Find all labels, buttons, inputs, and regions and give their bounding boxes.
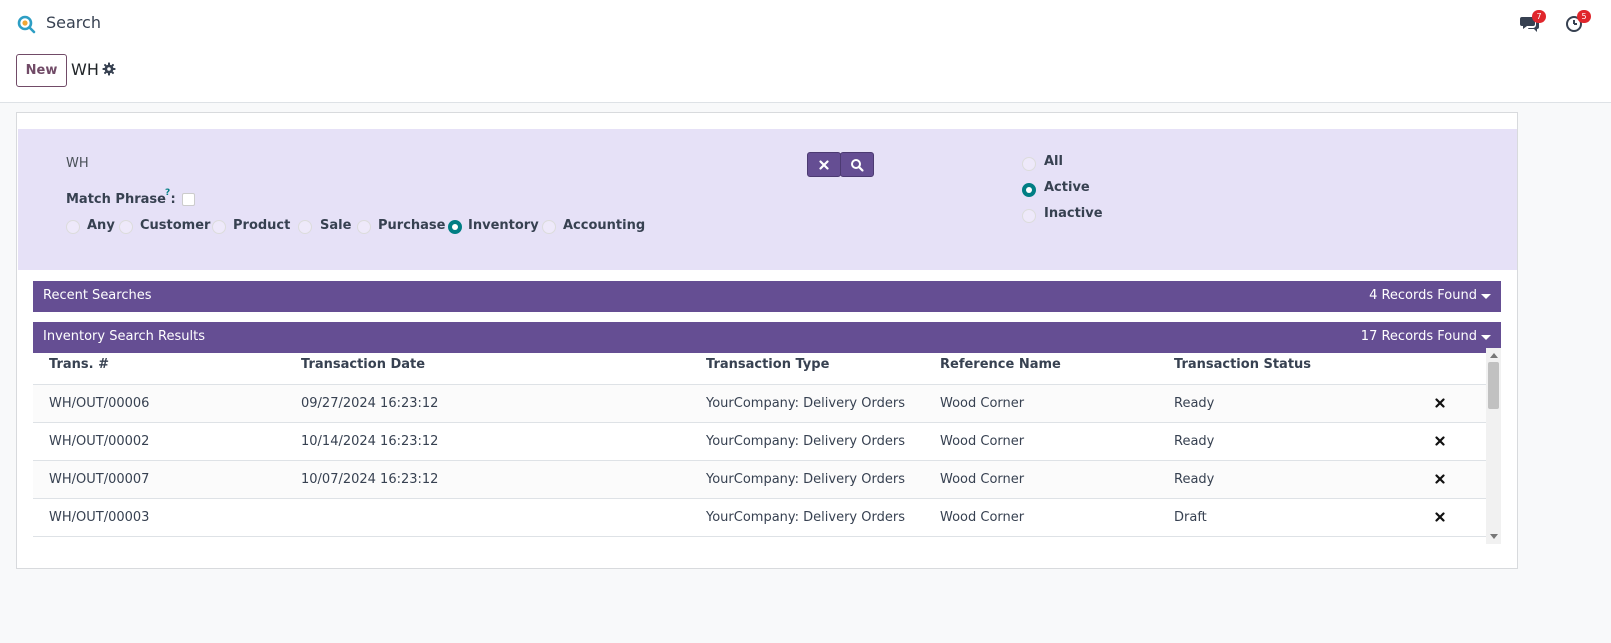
- recent-searches-header[interactable]: Recent Searches 4 Records Found: [33, 281, 1501, 312]
- radio-label-accounting[interactable]: Accounting: [563, 218, 645, 233]
- gear-icon[interactable]: [102, 62, 116, 76]
- close-icon[interactable]: [1435, 398, 1445, 408]
- radio-label-status-inactive[interactable]: Inactive: [1044, 206, 1103, 221]
- radio-label-product[interactable]: Product: [233, 218, 290, 233]
- column-header-reference[interactable]: Reference Name: [940, 357, 1061, 372]
- cell-status: Ready: [1174, 434, 1215, 449]
- close-icon[interactable]: [1435, 474, 1445, 484]
- cell-status: Ready: [1174, 396, 1215, 411]
- cell-reference: Wood Corner: [940, 472, 1025, 487]
- cell-trans[interactable]: WH/OUT/00007: [49, 472, 149, 487]
- radio-sale[interactable]: [298, 220, 312, 234]
- cell-date: 10/14/2024 16:23:12: [301, 434, 439, 449]
- clear-search-button[interactable]: [807, 152, 841, 177]
- activities-badge: 5: [1577, 10, 1591, 23]
- messages-button[interactable]: 7: [1520, 10, 1546, 34]
- caret-down-icon: [1481, 294, 1491, 299]
- column-header-trans[interactable]: Trans. #: [49, 357, 109, 372]
- radio-label-sale[interactable]: Sale: [320, 218, 351, 233]
- results-table: Trans. # Transaction Date Transaction Ty…: [33, 348, 1501, 544]
- recent-searches-count: 4 Records Found: [1369, 288, 1477, 303]
- search-card: WH Match Phrase : ? Any Customer Product…: [16, 112, 1518, 569]
- table-row[interactable]: WH/OUT/00006 09/27/2024 16:23:12 YourCom…: [33, 385, 1486, 423]
- radio-inventory[interactable]: [448, 220, 462, 234]
- search-panel: WH Match Phrase : ? Any Customer Product…: [18, 129, 1517, 270]
- close-icon: [819, 159, 829, 170]
- match-phrase-help[interactable]: ?: [165, 188, 170, 198]
- cell-date: 09/27/2024 16:23:12: [301, 396, 439, 411]
- close-icon[interactable]: [1435, 512, 1445, 522]
- scroll-up-icon[interactable]: [1490, 353, 1498, 358]
- match-phrase-label: Match Phrase :: [66, 192, 176, 207]
- cell-trans[interactable]: WH/OUT/00002: [49, 434, 149, 449]
- radio-status-inactive[interactable]: [1022, 209, 1036, 223]
- messages-badge: 7: [1532, 10, 1546, 23]
- radio-customer[interactable]: [119, 220, 133, 234]
- radio-label-inventory[interactable]: Inventory: [468, 218, 539, 233]
- cell-reference: Wood Corner: [940, 510, 1025, 525]
- cell-type: YourCompany: Delivery Orders: [706, 434, 905, 449]
- column-header-type[interactable]: Transaction Type: [706, 357, 829, 372]
- cell-trans[interactable]: WH/OUT/00006: [49, 396, 149, 411]
- radio-any[interactable]: [66, 220, 80, 234]
- record-title: WH: [71, 60, 99, 79]
- cell-type: YourCompany: Delivery Orders: [706, 510, 905, 525]
- radio-purchase[interactable]: [357, 220, 371, 234]
- search-button[interactable]: [840, 152, 874, 177]
- table-row[interactable]: WH/OUT/00007 10/07/2024 16:23:12 YourCom…: [33, 461, 1486, 499]
- cell-date: 10/07/2024 16:23:12: [301, 472, 439, 487]
- table-row[interactable]: WH/OUT/00003 YourCompany: Delivery Order…: [33, 499, 1486, 537]
- new-button[interactable]: New: [16, 54, 67, 87]
- scrollbar-thumb[interactable]: [1488, 362, 1499, 409]
- radio-label-status-all[interactable]: All: [1044, 154, 1063, 169]
- cell-trans[interactable]: WH/OUT/00003: [49, 510, 149, 525]
- radio-status-all[interactable]: [1022, 157, 1036, 171]
- scroll-down-icon[interactable]: [1490, 534, 1498, 539]
- cell-type: YourCompany: Delivery Orders: [706, 472, 905, 487]
- match-phrase-checkbox[interactable]: [182, 193, 195, 206]
- cell-reference: Wood Corner: [940, 434, 1025, 449]
- search-icon: [851, 158, 864, 171]
- top-navbar: Search 7 5: [0, 0, 1611, 46]
- control-panel: New WH: [0, 46, 1611, 103]
- radio-accounting[interactable]: [542, 220, 556, 234]
- radio-label-customer[interactable]: Customer: [140, 218, 210, 233]
- cell-status: Draft: [1174, 510, 1207, 525]
- cell-type: YourCompany: Delivery Orders: [706, 396, 905, 411]
- search-input[interactable]: WH: [66, 156, 89, 171]
- close-icon[interactable]: [1435, 436, 1445, 446]
- table-row[interactable]: WH/OUT/00002 10/14/2024 16:23:12 YourCom…: [33, 423, 1486, 461]
- results-title: Inventory Search Results: [43, 329, 205, 344]
- caret-down-icon: [1481, 335, 1491, 340]
- column-header-date[interactable]: Transaction Date: [301, 357, 425, 372]
- radio-label-status-active[interactable]: Active: [1044, 180, 1090, 195]
- app-title[interactable]: Search: [46, 13, 101, 32]
- table-scrollbar[interactable]: [1486, 348, 1501, 544]
- radio-label-any[interactable]: Any: [87, 218, 115, 233]
- radio-product[interactable]: [212, 220, 226, 234]
- cell-status: Ready: [1174, 472, 1215, 487]
- radio-label-purchase[interactable]: Purchase: [378, 218, 445, 233]
- column-header-status[interactable]: Transaction Status: [1174, 357, 1311, 372]
- cell-reference: Wood Corner: [940, 396, 1025, 411]
- recent-searches-title: Recent Searches: [43, 288, 152, 303]
- radio-status-active[interactable]: [1022, 183, 1036, 197]
- results-count: 17 Records Found: [1360, 329, 1477, 344]
- activities-button[interactable]: 5: [1565, 10, 1591, 34]
- search-app-icon[interactable]: [16, 14, 36, 34]
